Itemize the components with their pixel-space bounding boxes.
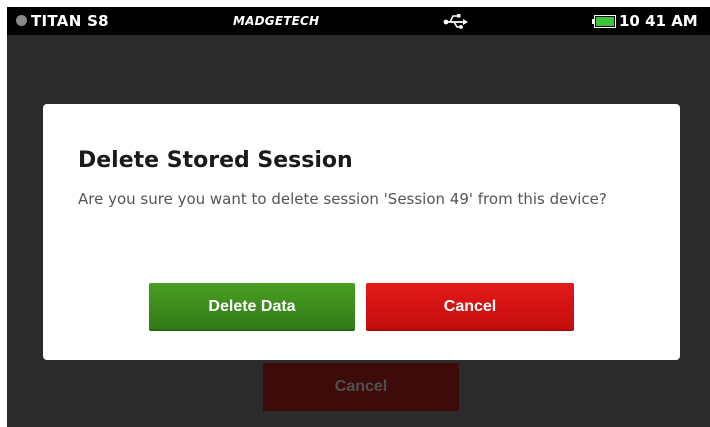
background-cancel-button: Cancel (263, 363, 459, 411)
usb-icon (443, 14, 468, 29)
status-indicator-dot (16, 15, 27, 26)
cancel-button[interactable]: Cancel (366, 283, 574, 331)
device-screen: TITAN S8 MADGETECH 10 41 AM Cancel Delet… (7, 7, 710, 427)
battery-icon (592, 15, 616, 28)
dialog-title: Delete Stored Session (78, 148, 353, 173)
clock: 10 41 AM (619, 12, 698, 30)
delete-session-dialog: Delete Stored Session Are you sure you w… (43, 104, 680, 360)
status-bar: TITAN S8 MADGETECH 10 41 AM (7, 7, 710, 35)
delete-data-button[interactable]: Delete Data (149, 283, 355, 331)
dialog-message: Are you sure you want to delete session … (78, 190, 607, 208)
device-name: TITAN S8 (31, 12, 109, 30)
brand-logo: MADGETECH (233, 14, 320, 28)
